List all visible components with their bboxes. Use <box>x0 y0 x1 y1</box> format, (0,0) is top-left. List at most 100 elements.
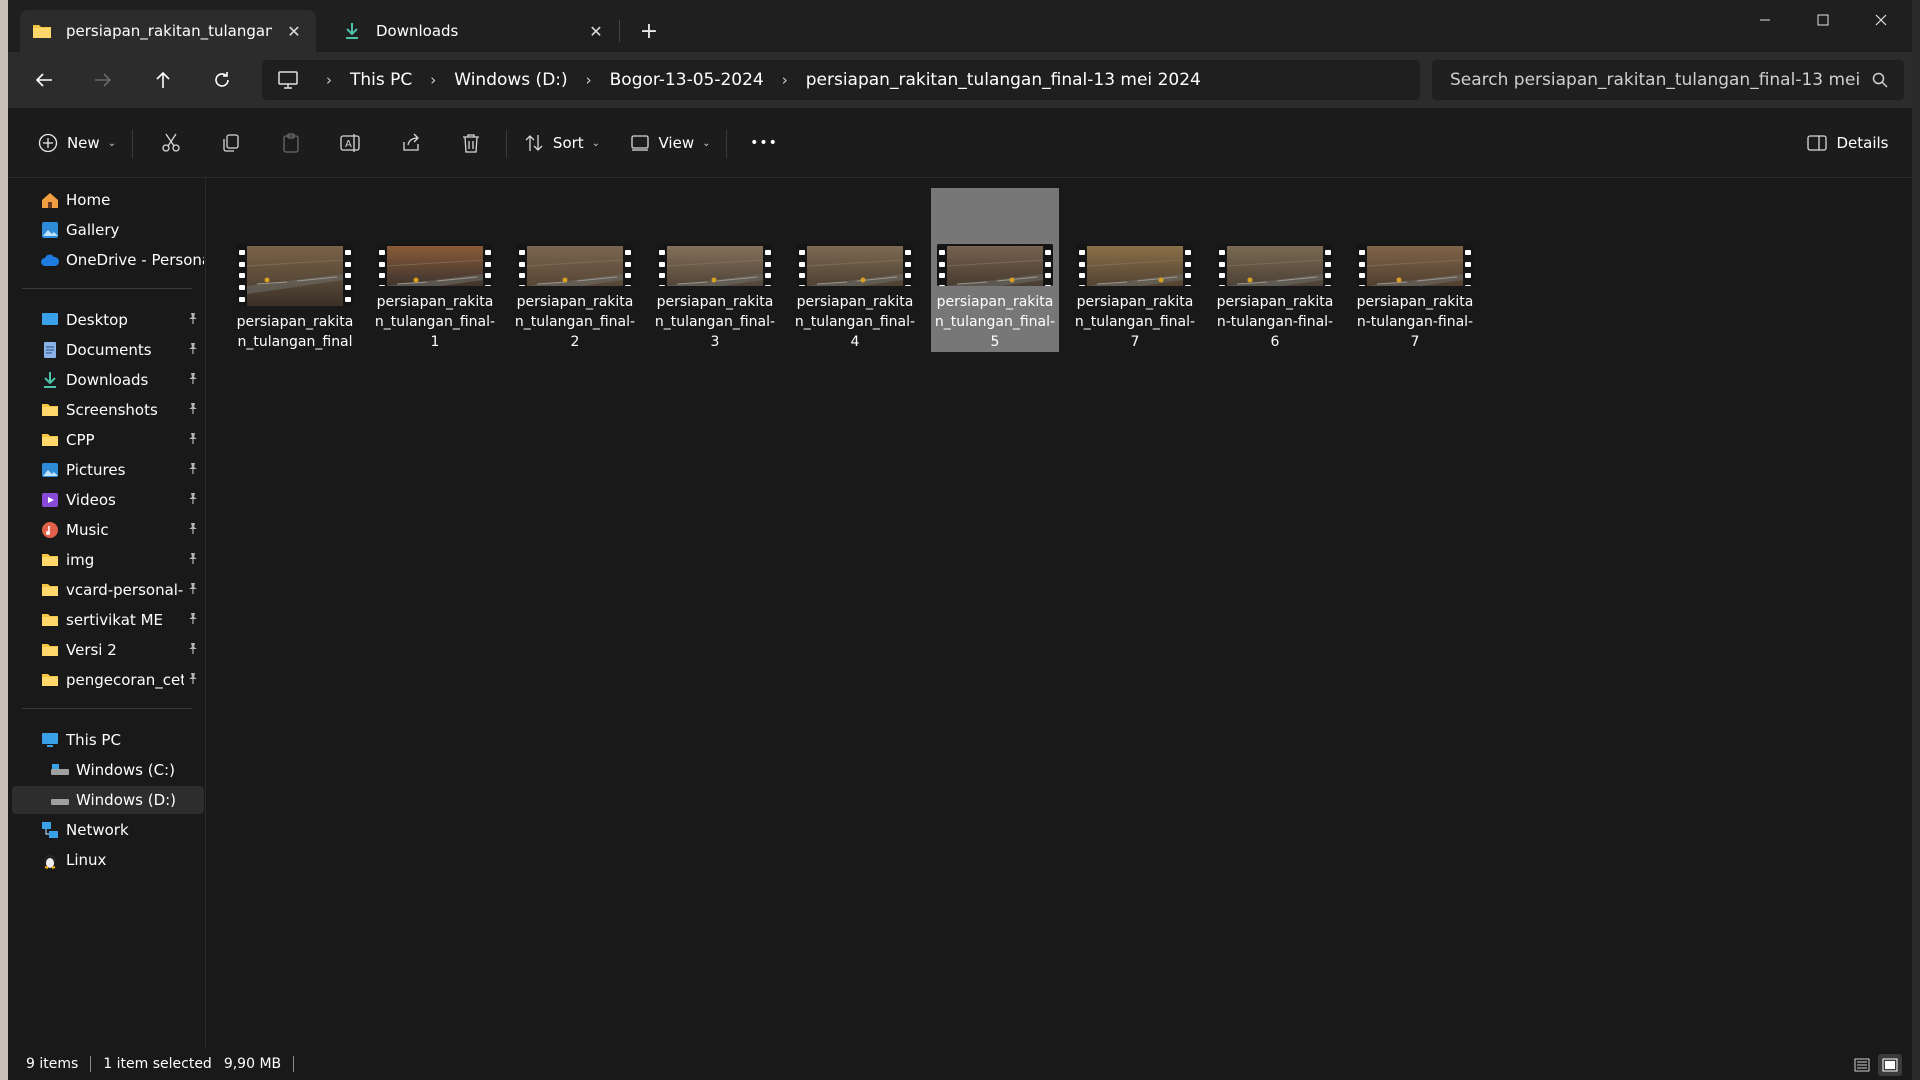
pin-icon[interactable] <box>188 672 198 687</box>
sidebar-item-pinned[interactable]: Screenshots <box>12 396 204 424</box>
sidebar-item-network[interactable]: Network <box>12 816 204 844</box>
file-item[interactable]: persiapan_rakitan_tulangan_final-7 <box>1071 188 1199 352</box>
drive-icon <box>50 760 70 780</box>
folder-icon <box>40 400 60 420</box>
search-box[interactable] <box>1432 60 1904 100</box>
command-bar: New ⌄ A Sort ⌄ View ⌄ ••• Details <box>8 108 1912 178</box>
separator <box>132 130 133 158</box>
search-input[interactable] <box>1450 70 1860 90</box>
tab-downloads[interactable]: Downloads ✕ <box>330 10 618 52</box>
file-item[interactable]: persiapan_rakitan_tulangan_final-2 <box>511 188 639 352</box>
sidebar-item-this-pc[interactable]: This PC <box>12 726 204 754</box>
pin-icon[interactable] <box>188 642 198 657</box>
rename-button[interactable]: A <box>331 123 371 163</box>
video-thumbnail <box>657 244 773 286</box>
breadcrumb-item[interactable]: Bogor-13-05-2024 <box>604 70 770 90</box>
sidebar-item-pinned[interactable]: Versi 2 <box>12 636 204 664</box>
share-button[interactable] <box>391 123 431 163</box>
view-button[interactable]: View ⌄ <box>626 123 714 163</box>
sidebar-item-label: pengecoran_cetakan <box>66 671 184 689</box>
breadcrumb-item[interactable]: This PC <box>344 70 418 90</box>
pin-icon[interactable] <box>188 372 198 387</box>
breadcrumb-item[interactable]: persiapan_rakitan_tulangan_final-13 mei … <box>800 70 1207 90</box>
sidebar-item-pinned[interactable]: vcard-personal-portfolio <box>12 576 204 604</box>
pin-icon[interactable] <box>188 462 198 477</box>
sidebar-item-gallery[interactable]: Gallery <box>12 216 204 244</box>
cut-button[interactable] <box>151 123 191 163</box>
navigation-pane: Home Gallery OneDrive - Personal Desktop… <box>8 178 206 1048</box>
pin-icon[interactable] <box>188 342 198 357</box>
view-icon <box>630 135 649 151</box>
sidebar-item-pinned[interactable]: sertivikat ME <box>12 606 204 634</box>
pin-icon[interactable] <box>188 552 198 567</box>
sidebar-item-pinned[interactable]: CPP <box>12 426 204 454</box>
up-button[interactable] <box>143 60 183 100</box>
breadcrumb-item[interactable]: Windows (D:) <box>448 70 573 90</box>
file-name: persiapan_rakitan-tulangan-final-6 <box>1216 294 1334 350</box>
film-strip-icon <box>657 244 667 286</box>
minimize-button[interactable] <box>1736 0 1794 40</box>
more-options-button[interactable]: ••• <box>742 123 786 163</box>
file-item[interactable]: persiapan_rakitan-tulangan-final-7 <box>1351 188 1479 352</box>
file-item[interactable]: persiapan_rakitan-tulangan-final-6 <box>1211 188 1339 352</box>
sort-button[interactable]: Sort ⌄ <box>518 123 606 163</box>
copy-button[interactable] <box>211 123 251 163</box>
refresh-button[interactable] <box>202 60 242 100</box>
sidebar-item-pinned[interactable]: Downloads <box>12 366 204 394</box>
sidebar-item-label: vcard-personal-portfolio <box>66 581 184 599</box>
sidebar-item-linux[interactable]: Linux <box>12 846 204 874</box>
pc-icon[interactable] <box>278 71 298 89</box>
details-pane-button[interactable]: Details <box>1798 123 1898 163</box>
sidebar-item-pinned[interactable]: Videos <box>12 486 204 514</box>
paste-button[interactable] <box>271 123 311 163</box>
sidebar-item-pinned[interactable]: Pictures <box>12 456 204 484</box>
tab-label: Downloads <box>376 22 459 40</box>
pc-icon <box>40 730 60 750</box>
pin-icon[interactable] <box>188 582 198 597</box>
new-button[interactable]: New ⌄ <box>34 123 120 163</box>
sidebar-item-onedrive[interactable]: OneDrive - Personal <box>12 246 204 274</box>
pin-icon[interactable] <box>188 522 198 537</box>
back-button[interactable] <box>24 60 64 100</box>
close-tab-icon[interactable]: ✕ <box>284 21 304 41</box>
film-strip-icon <box>1077 244 1087 286</box>
close-window-button[interactable] <box>1852 0 1910 40</box>
chevron-right-icon: › <box>430 71 437 89</box>
file-item[interactable]: persiapan_rakitan_tulangan_final-1 <box>371 188 499 352</box>
details-view-button[interactable] <box>1850 1054 1874 1076</box>
new-tab-button[interactable]: + <box>636 18 662 44</box>
sidebar-item-pinned[interactable]: Desktop <box>12 306 204 334</box>
sidebar-item-pinned[interactable]: Documents <box>12 336 204 364</box>
file-item[interactable]: persiapan_rakitan_tulangan_final-5 <box>931 188 1059 352</box>
pin-icon[interactable] <box>188 432 198 447</box>
file-item[interactable]: persiapan_rakitan_tulangan_final-3 <box>651 188 779 352</box>
forward-button[interactable] <box>83 60 123 100</box>
sidebar-item-home[interactable]: Home <box>12 186 204 214</box>
sidebar-item-drive-d[interactable]: Windows (D:) <box>12 786 204 814</box>
search-icon[interactable] <box>1872 72 1888 93</box>
breadcrumb[interactable]: › This PC › Windows (D:) › Bogor-13-05-2… <box>262 60 1420 100</box>
pin-icon[interactable] <box>188 612 198 627</box>
sidebar-item-pinned[interactable]: Music <box>12 516 204 544</box>
maximize-button[interactable] <box>1794 0 1852 40</box>
tab-separator <box>619 20 620 42</box>
film-strip-icon <box>377 244 387 286</box>
close-tab-icon[interactable]: ✕ <box>586 21 606 41</box>
video-thumbnail <box>1077 244 1193 286</box>
sidebar-item-pinned[interactable]: img <box>12 546 204 574</box>
file-item[interactable]: persiapan_rakitan_tulangan_final <box>231 188 359 352</box>
delete-button[interactable] <box>451 123 491 163</box>
pin-icon[interactable] <box>188 312 198 327</box>
sidebar-item-drive-c[interactable]: Windows (C:) <box>12 756 204 784</box>
maximize-icon <box>1817 14 1829 26</box>
sidebar-item-label: Linux <box>66 851 107 869</box>
pin-icon[interactable] <box>188 402 198 417</box>
tab-current-folder[interactable]: persiapan_rakitan_tulangan_fir ✕ <box>20 10 316 52</box>
film-strip-icon <box>1463 244 1473 286</box>
pin-icon[interactable] <box>188 492 198 507</box>
sidebar-item-pinned[interactable]: pengecoran_cetakan <box>12 666 204 694</box>
sidebar-item-label: Network <box>66 821 129 839</box>
large-icons-view-button[interactable] <box>1878 1054 1902 1076</box>
film-strip-icon <box>1217 244 1227 286</box>
file-item[interactable]: persiapan_rakitan_tulangan_final-4 <box>791 188 919 352</box>
